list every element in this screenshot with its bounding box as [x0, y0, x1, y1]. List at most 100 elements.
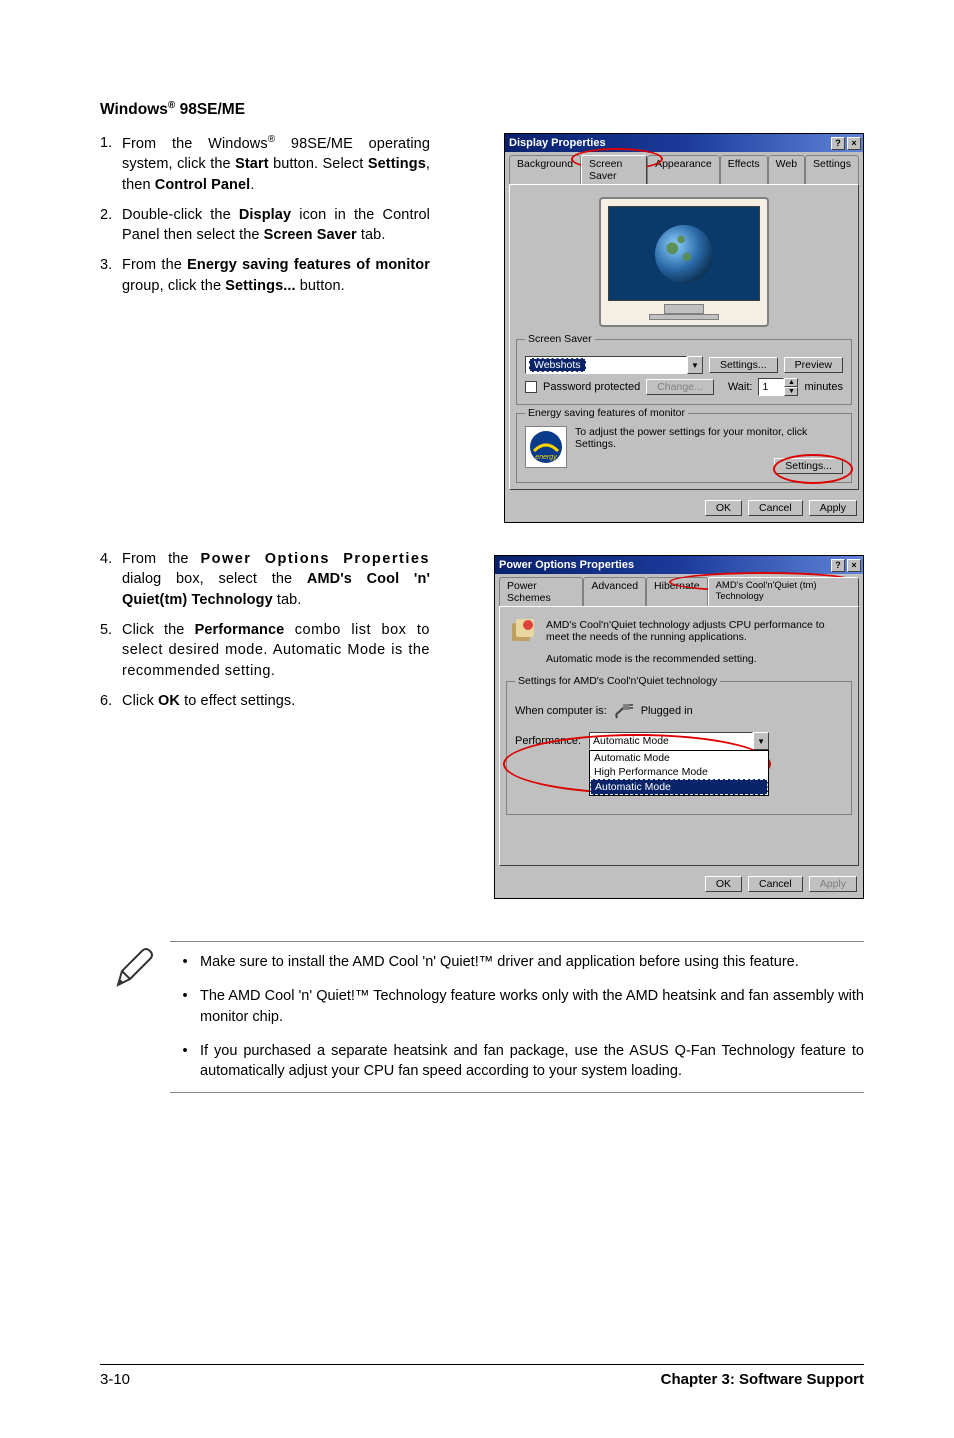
help-icon[interactable]: ?: [831, 137, 845, 150]
tab-screen-saver[interactable]: Screen Saver: [581, 155, 647, 184]
step-num: 2.: [100, 205, 122, 246]
tab-amd-cnq[interactable]: AMD's Cool'n'Quiet (tm) Technology: [708, 577, 859, 606]
screen-saver-group: Screen Saver Webshots ▼ Settings... Prev…: [516, 339, 852, 405]
title-bar: Power Options Properties ? ×: [495, 556, 863, 574]
t: group, click the: [122, 278, 225, 294]
t: From the: [122, 257, 187, 273]
t: Click: [122, 693, 158, 709]
preview-button[interactable]: Preview: [784, 357, 843, 373]
tab-power-schemes[interactable]: Power Schemes: [499, 577, 583, 606]
dialog-title: Display Properties: [509, 137, 606, 149]
t: button.: [296, 278, 345, 294]
ok-button[interactable]: OK: [705, 500, 742, 516]
cancel-button[interactable]: Cancel: [748, 500, 803, 516]
bold: Settings: [368, 156, 426, 172]
info-icon: [510, 619, 536, 645]
cancel-button[interactable]: Cancel: [748, 876, 803, 892]
auto-text: Automatic mode is the recommended settin…: [506, 651, 852, 673]
t: tab.: [357, 227, 386, 243]
ss-settings-button[interactable]: Settings...: [709, 357, 778, 373]
tab-effects[interactable]: Effects: [720, 155, 768, 184]
tab-appearance[interactable]: Appearance: [647, 155, 720, 184]
cnq-settings-group: Settings for AMD's Cool'n'Quiet technolo…: [506, 681, 852, 815]
monitor-preview: [599, 197, 769, 327]
bold: Power Options Properties: [200, 551, 430, 567]
power-options-dialog: Power Options Properties ? × Power Schem…: [494, 555, 864, 899]
t: tab.: [273, 592, 302, 608]
apply-button: Apply: [809, 876, 857, 892]
step-num: 3.: [100, 255, 122, 296]
chevron-up-icon[interactable]: ▲: [784, 378, 798, 387]
ok-button[interactable]: OK: [705, 876, 742, 892]
note-text: The AMD Cool 'n' Quiet!™ Technology feat…: [200, 986, 864, 1027]
perf-label: Performance:: [515, 735, 581, 747]
step-4-body: From the Power Options Properties dialog…: [122, 549, 430, 610]
bold: Start: [235, 156, 269, 172]
step-5-body: Click the Performance combo list box to …: [122, 620, 430, 681]
step-num: 5.: [100, 620, 122, 681]
energy-settings-button[interactable]: Settings...: [774, 458, 843, 474]
t: From the: [122, 551, 200, 567]
note-pen-icon: [100, 941, 170, 1092]
perf-option[interactable]: High Performance Mode: [590, 765, 768, 779]
bold: Settings...: [225, 278, 295, 294]
heading-prefix: Windows: [100, 101, 168, 118]
wait-spinner[interactable]: 1 ▲▼: [758, 378, 798, 396]
tab-background[interactable]: Background: [509, 155, 581, 184]
note-block: •Make sure to install the AMD Cool 'n' Q…: [100, 941, 864, 1092]
t: Click the: [122, 622, 195, 638]
change-button: Change...: [646, 379, 714, 395]
step-6-body: Click OK to effect settings.: [122, 691, 430, 711]
tab-web[interactable]: Web: [768, 155, 805, 184]
help-icon[interactable]: ?: [831, 559, 845, 572]
page-footer: 3-10 Chapter 3: Software Support: [100, 1364, 864, 1388]
bullet-icon: •: [170, 952, 200, 972]
screensaver-select[interactable]: Webshots: [525, 356, 687, 374]
section1-text: 1. From the Windows® 98SE/ME operating s…: [100, 133, 430, 523]
page-number: 3-10: [100, 1371, 130, 1388]
wait-label: Wait:: [728, 381, 753, 393]
step-2-body: Double-click the Display icon in the Con…: [122, 205, 430, 246]
close-icon[interactable]: ×: [847, 559, 861, 572]
bold: Energy saving features of monitor: [187, 257, 430, 273]
password-label: Password protected: [543, 381, 640, 393]
tab-hibernate[interactable]: Hibernate: [646, 577, 708, 606]
close-icon[interactable]: ×: [847, 137, 861, 150]
tab-row: Background Screen Saver Appearance Effec…: [505, 152, 863, 184]
heading-suffix: 98SE/ME: [175, 101, 245, 118]
t: button. Select: [269, 156, 368, 172]
bold: Control Panel: [155, 177, 251, 193]
perf-option[interactable]: Automatic Mode: [590, 751, 768, 765]
earth-icon: [655, 225, 713, 283]
plug-icon: [613, 700, 635, 722]
info-text: AMD's Cool'n'Quiet technology adjusts CP…: [546, 619, 848, 643]
tab-settings[interactable]: Settings: [805, 155, 859, 184]
display-properties-dialog: Display Properties ? × Background Screen…: [504, 133, 864, 523]
wait-value[interactable]: 1: [758, 378, 784, 396]
note-text: If you purchased a separate heatsink and…: [200, 1041, 864, 1082]
chevron-down-icon[interactable]: ▼: [687, 356, 703, 374]
dialog-title: Power Options Properties: [499, 559, 634, 571]
t: From the Windows: [122, 136, 268, 152]
group-title: Screen Saver: [525, 333, 595, 345]
tab-advanced[interactable]: Advanced: [583, 577, 646, 606]
note-text: Make sure to install the AMD Cool 'n' Qu…: [200, 952, 799, 972]
bullet-icon: •: [170, 986, 200, 1027]
step-num: 6.: [100, 691, 122, 711]
apply-button[interactable]: Apply: [809, 500, 857, 516]
chevron-down-icon[interactable]: ▼: [753, 732, 769, 750]
when-value: Plugged in: [641, 705, 693, 717]
wait-unit: minutes: [804, 381, 843, 393]
chevron-down-icon[interactable]: ▼: [784, 387, 798, 396]
t: Double-click the: [122, 207, 239, 223]
password-checkbox[interactable]: [525, 381, 537, 393]
bold: OK: [158, 693, 180, 709]
group-title: Settings for AMD's Cool'n'Quiet technolo…: [515, 675, 720, 687]
group-title: Energy saving features of monitor: [525, 407, 688, 419]
performance-select[interactable]: Automatic Mode: [589, 732, 753, 750]
tab-panel: Screen Saver Webshots ▼ Settings... Prev…: [509, 184, 859, 490]
perf-option-selected[interactable]: Automatic Mode: [590, 779, 768, 795]
bold: Screen Saver: [264, 227, 357, 243]
bold: Performance: [195, 622, 285, 638]
tab-row: Power Schemes Advanced Hibernate AMD's C…: [495, 574, 863, 606]
